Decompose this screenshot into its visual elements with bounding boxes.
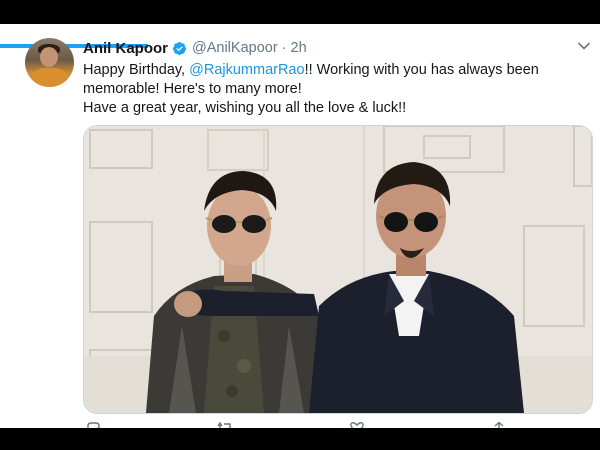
author-name[interactable]: Anil Kapoor [83,40,168,57]
mention-link[interactable]: @RajkummarRao [189,62,304,78]
tweet-text: Happy Birthday, @RajkummarRao!! Working … [83,61,583,118]
author-avatar[interactable] [25,38,74,87]
verified-badge-icon [172,41,187,55]
tweet-timestamp[interactable]: 2h [291,40,307,56]
photo-illustration [84,126,592,413]
tweet-text-line-2: memorable! Here's to many more! [83,81,302,97]
tweet-text-line-1: Happy Birthday, @RajkummarRao!! Working … [83,62,539,78]
tweet-photo[interactable] [83,125,593,414]
author-handle[interactable]: @AnilKapoor [192,40,278,56]
tweet-text-line-3: Have a great year, wishing you all the l… [83,100,407,116]
share-icon[interactable] [491,422,507,428]
retweet-icon[interactable] [217,422,233,428]
tweet-card[interactable]: Anil Kapoor @AnilKapoor · 2h Happy Birth… [0,24,600,428]
chevron-down-icon[interactable] [577,39,591,53]
like-icon[interactable] [349,422,365,428]
tweet-header: Anil Kapoor @AnilKapoor · 2h [83,39,307,57]
meta-separator: · [281,40,287,56]
reply-icon[interactable] [85,422,101,428]
tweet-actions [83,422,523,428]
